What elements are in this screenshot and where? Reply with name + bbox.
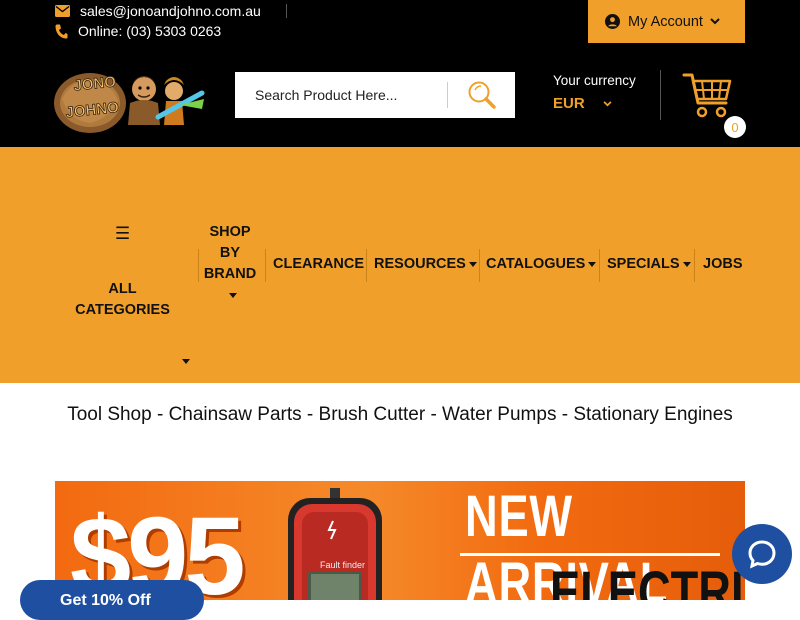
phone-icon (55, 24, 68, 38)
nav-divider (694, 249, 695, 282)
search-input[interactable] (235, 73, 447, 117)
phone-text[interactable]: Online: (03) 5303 0263 (78, 23, 221, 39)
nav-shop-by-brand[interactable]: SHOP BY BRAND (202, 222, 258, 306)
nav-resources[interactable]: RESOURCES (374, 254, 477, 275)
search-icon (468, 81, 496, 109)
nav-divider (599, 249, 600, 282)
caret-down-icon (682, 261, 691, 267)
cart-count-badge: 0 (724, 116, 746, 138)
envelope-icon (55, 5, 70, 17)
banner-headline-2: ELECTRIC (550, 560, 745, 600)
nav-all-categories[interactable]: ☰ ALL CATEGORIES (60, 221, 185, 321)
email-text[interactable]: sales@jonoandjohno.com.au (80, 3, 261, 19)
nav-divider (366, 249, 367, 282)
promo-label: Get 10% Off (60, 592, 151, 609)
chat-bubble-icon (748, 540, 776, 569)
jono-johno-logo[interactable]: JONO JOHNO (52, 59, 207, 134)
currency-selector[interactable]: EUR (553, 95, 612, 112)
account-label: My Account (628, 13, 703, 30)
chevron-down-icon (710, 18, 720, 25)
nav-jobs-label: JOBS (703, 256, 743, 272)
contact-email[interactable]: sales@jonoandjohno.com.au (55, 3, 261, 19)
header-divider (660, 70, 661, 120)
nav-resources-label: RESOURCES (374, 256, 466, 272)
currency-value[interactable]: EUR (553, 95, 585, 112)
nav-shop-line1: SHOP (209, 224, 251, 240)
nav-all-categories-line1: ALL (108, 281, 137, 297)
nav-catalogues-label: CATALOGUES (486, 256, 586, 272)
site-header: JONO JOHNO Your currency EUR 0 (0, 43, 800, 147)
discount-promo-button[interactable]: Get 10% Off (20, 580, 204, 620)
nav-divider (198, 249, 199, 282)
contact-phone[interactable]: Online: (03) 5303 0263 (55, 23, 221, 39)
cart-icon[interactable] (682, 71, 732, 121)
page-tagline: Tool Shop - Chainsaw Parts - Brush Cutte… (67, 404, 733, 425)
user-icon (605, 14, 621, 29)
currency-label: Your currency (553, 73, 636, 88)
main-navigation: ☰ ALL CATEGORIES SHOP BY BRAND CLEARANCE… (0, 147, 800, 383)
nav-shop-line2: BY (219, 245, 241, 261)
caret-down-icon (229, 292, 237, 298)
fault-finder-device-image (288, 488, 382, 600)
search-button[interactable] (448, 72, 515, 118)
caret-down-icon (588, 261, 597, 267)
nav-clearance-label: CLEARANCE (273, 256, 365, 272)
live-chat-button[interactable] (732, 524, 792, 584)
nav-specials[interactable]: SPECIALS (607, 254, 691, 275)
banner-underline (460, 553, 720, 556)
nav-shop-line3: BRAND (203, 266, 257, 282)
chevron-down-icon (603, 100, 612, 106)
search-bar (235, 72, 515, 118)
caret-down-icon (182, 359, 190, 364)
nav-jobs[interactable]: JOBS (703, 254, 743, 275)
device-label: Fault finder (320, 560, 366, 570)
nav-catalogues[interactable]: CATALOGUES (486, 254, 597, 275)
nav-clearance[interactable]: CLEARANCE (273, 254, 364, 275)
top-bar: sales@jonoandjohno.com.au Online: (03) 5… (0, 0, 800, 43)
top-divider (286, 4, 287, 18)
caret-down-icon (468, 261, 477, 267)
hamburger-icon: ☰ (114, 224, 131, 243)
nav-all-categories-line2: CATEGORIES (75, 302, 170, 318)
nav-divider (265, 249, 266, 282)
nav-divider (479, 249, 480, 282)
nav-specials-label: SPECIALS (607, 256, 680, 272)
my-account-button[interactable]: My Account (588, 0, 745, 43)
